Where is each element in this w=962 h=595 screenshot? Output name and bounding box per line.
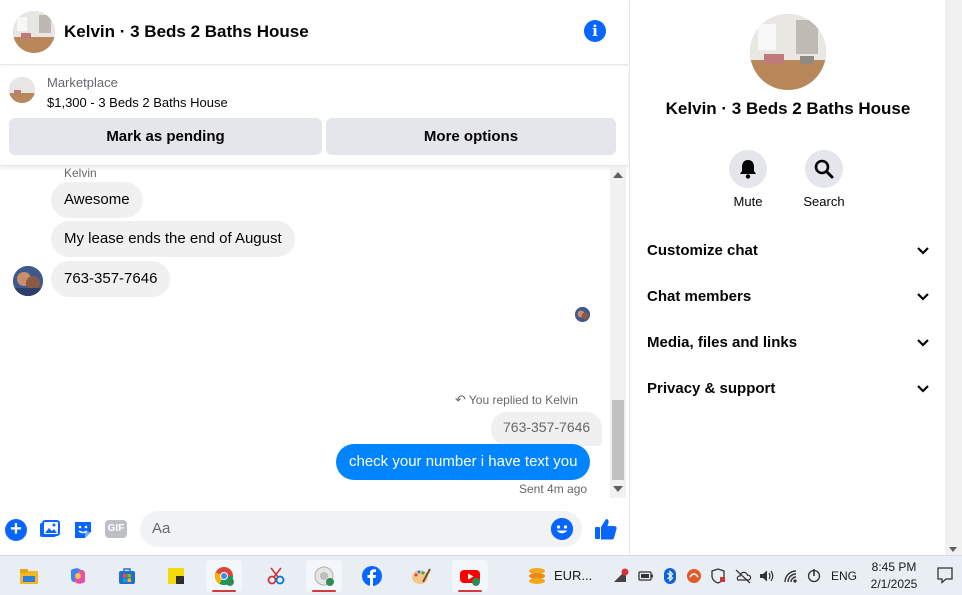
currency-label: EUR... — [554, 568, 593, 583]
chat-title[interactable]: Kelvin · 3 Beds 2 Baths House — [64, 22, 309, 42]
system-clock[interactable]: 8:45 PM 2/1/2025 — [866, 559, 922, 593]
section-label: Customize chat — [647, 242, 758, 259]
mute-label: Mute — [733, 194, 763, 209]
reply-arrow-icon: ↶ — [455, 392, 466, 407]
chrome-profile-2-icon[interactable] — [306, 560, 342, 592]
currency-widget[interactable]: EUR... — [522, 560, 602, 592]
message-scrollbar[interactable] — [610, 166, 626, 498]
volume-icon[interactable] — [758, 568, 776, 584]
sticky-notes-icon[interactable] — [158, 560, 194, 592]
chat-pane: Kelvin · 3 Beds 2 Baths House i Marketpl… — [0, 0, 628, 555]
info-icon[interactable]: i — [584, 20, 606, 42]
chat-header: Kelvin · 3 Beds 2 Baths House i — [0, 0, 628, 65]
active-indicator — [212, 590, 236, 592]
media-files-links-section[interactable]: Media, files and links — [647, 328, 930, 358]
plus-icon[interactable]: + — [5, 519, 27, 541]
search-icon[interactable] — [805, 150, 843, 188]
chevron-down-icon — [917, 293, 929, 301]
mark-pending-button[interactable]: Mark as pending — [9, 118, 322, 155]
quoted-message[interactable]: 763-357-7646 — [491, 412, 603, 446]
youtube-icon[interactable] — [452, 560, 488, 592]
paint-icon[interactable] — [403, 560, 439, 592]
incoming-message[interactable]: 763-357-7646 — [51, 261, 171, 297]
snipping-tool-icon[interactable] — [258, 560, 294, 592]
marketplace-label: Marketplace — [47, 75, 118, 90]
clock-date: 2/1/2025 — [870, 577, 918, 591]
facebook-icon[interactable] — [354, 560, 390, 592]
incoming-message[interactable]: Awesome — [51, 182, 143, 218]
seen-receipt-avatar — [575, 307, 590, 322]
search-button[interactable]: Search — [794, 150, 854, 209]
marketplace-banner: Marketplace $1,300 - 3 Beds 2 Baths Hous… — [0, 66, 628, 166]
gif-icon[interactable]: GIF — [105, 520, 127, 538]
file-explorer-icon[interactable] — [11, 560, 47, 592]
power-plug-icon[interactable] — [806, 568, 822, 584]
message-input-placeholder: Aa — [152, 520, 171, 537]
listing-thumbnail[interactable] — [9, 77, 35, 103]
sent-status: Sent 4m ago — [519, 482, 588, 496]
battery-icon[interactable] — [638, 568, 654, 584]
chevron-down-icon — [917, 247, 929, 255]
bluetooth-icon[interactable] — [662, 568, 678, 584]
profile-avatar[interactable] — [750, 14, 826, 90]
photo-icon[interactable] — [38, 519, 60, 541]
search-label: Search — [803, 194, 845, 209]
wifi-icon[interactable] — [782, 568, 800, 584]
screen: Kelvin · 3 Beds 2 Baths House i Marketpl… — [0, 0, 962, 595]
taskbar: EUR... ENG 8:45 PM 2/1/2025 — [0, 555, 962, 595]
chevron-down-icon — [917, 385, 929, 393]
sticker-icon[interactable] — [72, 519, 94, 541]
thumbs-up-icon[interactable] — [594, 517, 618, 541]
composer: + GIF Aa — [0, 500, 628, 555]
page-scrollbar[interactable] — [945, 0, 962, 555]
profile-name: Kelvin · 3 Beds 2 Baths House — [665, 99, 911, 118]
conversation-details-pane: Kelvin · 3 Beds 2 Baths House Mute Searc… — [629, 0, 945, 555]
security-shield-icon[interactable] — [710, 568, 726, 584]
chat-members-section[interactable]: Chat members — [647, 282, 930, 312]
mute-button[interactable]: Mute — [718, 150, 778, 209]
listing-title[interactable]: $1,300 - 3 Beds 2 Baths House — [47, 95, 228, 110]
copilot-icon[interactable] — [60, 560, 96, 592]
sender-name: Kelvin — [64, 166, 97, 180]
incoming-message[interactable]: My lease ends the end of August — [51, 221, 295, 257]
customize-chat-section[interactable]: Customize chat — [647, 236, 930, 266]
scroll-down-arrow-icon[interactable] — [613, 486, 623, 492]
header-avatar[interactable] — [13, 11, 55, 53]
message-list: Kelvin Awesome My lease ends the end of … — [0, 166, 628, 498]
scroll-up-arrow-icon[interactable] — [613, 172, 623, 178]
scroll-down-arrow-icon[interactable] — [949, 547, 957, 552]
section-label: Chat members — [647, 288, 752, 305]
network-alert-icon[interactable] — [612, 568, 630, 584]
privacy-support-section[interactable]: Privacy & support — [647, 374, 930, 404]
emoji-icon[interactable] — [551, 518, 573, 540]
chrome-profile-icon[interactable] — [206, 560, 242, 592]
reply-label: You replied to Kelvin — [468, 393, 578, 407]
notification-icon[interactable] — [936, 566, 954, 584]
app-tray-icon[interactable] — [686, 568, 702, 584]
section-label: Media, files and links — [647, 334, 798, 351]
bell-icon[interactable] — [729, 150, 767, 188]
message-input[interactable]: Aa — [140, 511, 582, 547]
outgoing-message[interactable]: check your number i have text you — [336, 444, 591, 480]
microsoft-store-icon[interactable] — [109, 560, 145, 592]
cloud-offline-icon[interactable] — [734, 568, 752, 584]
active-indicator — [458, 590, 482, 592]
input-language[interactable]: ENG — [831, 568, 857, 584]
sender-avatar[interactable] — [13, 266, 43, 296]
active-indicator — [312, 590, 336, 592]
scroll-thumb[interactable] — [612, 400, 624, 480]
section-label: Privacy & support — [647, 380, 776, 397]
more-options-button[interactable]: More options — [326, 118, 616, 155]
clock-time: 8:45 PM — [871, 560, 917, 574]
reply-indicator: ↶ You replied to Kelvin — [455, 392, 578, 408]
chevron-down-icon — [917, 339, 929, 347]
coins-icon — [529, 568, 545, 584]
